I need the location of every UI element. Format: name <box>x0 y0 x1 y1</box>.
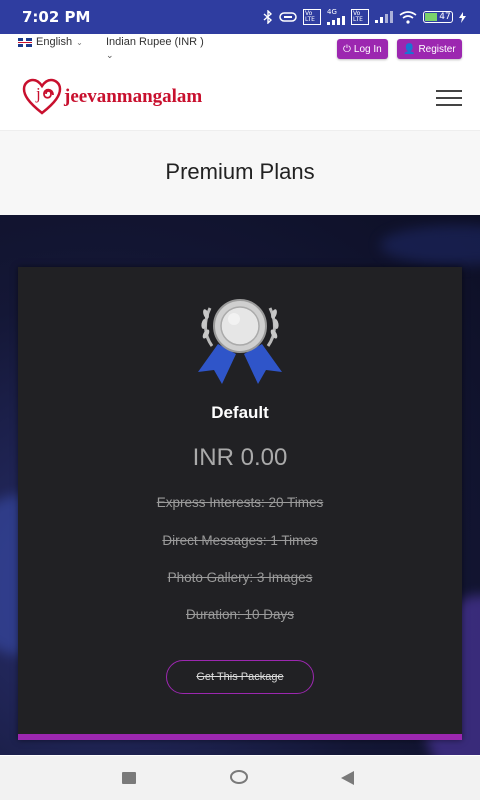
status-time: 7:02 PM <box>22 8 91 26</box>
bluetooth-icon <box>263 10 273 24</box>
page-title: Premium Plans <box>165 159 315 184</box>
plan-feature: Express Interests: 20 Times <box>156 495 324 510</box>
wifi-icon <box>399 10 417 24</box>
site-header: j jeevanmangalam <box>0 66 480 131</box>
logo-text: jeevanmangalam <box>64 86 203 107</box>
home-icon[interactable] <box>230 770 248 784</box>
plan-name: Default <box>211 403 269 422</box>
register-button[interactable]: 👤 Register <box>397 39 462 59</box>
heart-logo-icon <box>22 78 62 115</box>
register-label: Register <box>418 43 456 55</box>
login-label: Log In <box>353 43 382 55</box>
page-title-section: Premium Plans <box>0 131 480 215</box>
plan-feature: Photo Gallery: 3 Images <box>167 570 313 585</box>
card-accent-bar <box>18 734 462 740</box>
charging-icon <box>459 11 466 23</box>
language-label: English <box>36 36 73 48</box>
signal-icon: 4G <box>327 9 345 25</box>
site-logo[interactable]: j jeevanmangalam <box>22 78 202 116</box>
status-bar: 7:02 PM Vo LTE 4G Vo LTE 47 <box>0 0 480 34</box>
volte-icon-2: Vo LTE <box>351 9 369 25</box>
login-button[interactable]: ⏻ Log In <box>337 39 388 59</box>
hotspot-icon <box>279 11 297 23</box>
plan-feature: Direct Messages: 1 Times <box>162 533 318 548</box>
utility-bar: English ⌄ Indian Rupee (INR ) ⌄ ⏻ Log In… <box>0 34 480 67</box>
currency-selector[interactable]: Indian Rupee (INR ) <box>106 36 204 48</box>
recent-apps-icon[interactable] <box>122 772 136 784</box>
status-icons: Vo LTE 4G Vo LTE 47 <box>263 9 466 25</box>
get-package-label: Get This Package <box>196 671 284 683</box>
signal-icon-2 <box>375 11 393 23</box>
chevron-down-icon: ⌄ <box>76 37 83 47</box>
hamburger-menu-icon[interactable] <box>436 90 462 106</box>
plan-price: INR 0.00 <box>192 444 288 471</box>
silver-medal-icon <box>198 299 282 384</box>
volte-icon: Vo LTE <box>303 9 321 25</box>
currency-label: Indian Rupee (INR ) <box>106 36 204 48</box>
uk-flag-icon <box>18 37 32 47</box>
get-package-button[interactable]: Get This Package <box>166 660 314 694</box>
battery-icon: 47 <box>423 11 453 23</box>
logo-initial: j <box>36 84 41 103</box>
user-icon: 👤 <box>403 43 416 55</box>
currency-chevron-down-icon: ⌄ <box>106 50 114 60</box>
battery-level: 47 <box>439 11 451 22</box>
network-type-label: 4G <box>327 8 337 16</box>
language-selector[interactable]: English ⌄ <box>18 36 83 48</box>
system-nav-bar <box>0 756 480 800</box>
back-icon[interactable] <box>341 771 354 785</box>
power-icon: ⏻ <box>343 43 351 55</box>
plan-feature: Duration: 10 Days <box>185 607 295 622</box>
